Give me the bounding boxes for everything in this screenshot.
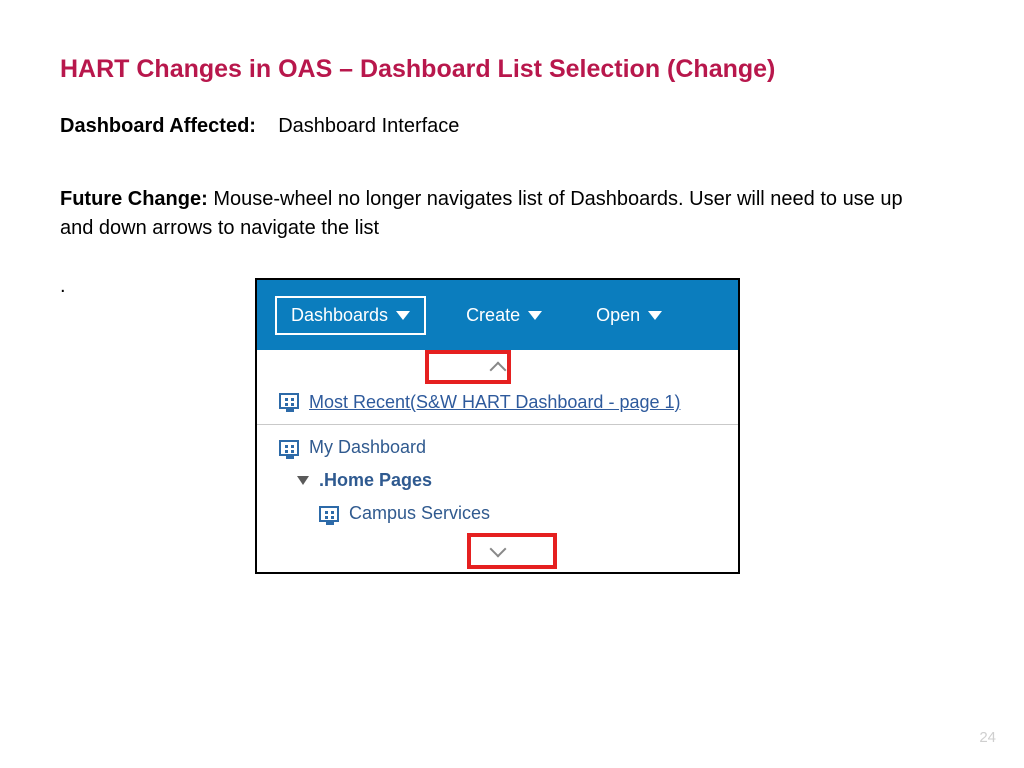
dashboard-icon [279, 393, 299, 409]
dropdown-divider [257, 424, 738, 425]
open-menu-label: Open [596, 305, 640, 326]
page-number: 24 [979, 729, 996, 746]
create-menu-label: Create [466, 305, 520, 326]
future-change-label: Future Change: [60, 188, 208, 210]
campus-services-item[interactable]: Campus Services [257, 497, 738, 534]
dashboard-affected-line: Dashboard Affected: Dashboard Interface [60, 115, 459, 138]
create-menu[interactable]: Create [452, 298, 556, 333]
my-dashboard-label: My Dashboard [309, 437, 426, 458]
dashboard-icon [319, 506, 339, 522]
home-pages-folder[interactable]: .Home Pages [257, 464, 738, 497]
most-recent-link[interactable]: Most Recent(S&W HART Dashboard - page 1) [309, 390, 681, 414]
dashboards-menu-label: Dashboards [291, 305, 388, 326]
my-dashboard-item[interactable]: My Dashboard [257, 431, 738, 464]
dashboard-icon [279, 440, 299, 456]
dashboards-dropdown: Most Recent(S&W HART Dashboard - page 1)… [257, 350, 738, 572]
future-change-paragraph: Future Change: Mouse-wheel no longer nav… [60, 185, 930, 243]
chevron-up-icon [489, 361, 506, 378]
collapse-triangle-icon [297, 476, 309, 485]
chevron-down-icon [489, 540, 506, 557]
stray-period: . [60, 275, 66, 298]
open-menu[interactable]: Open [582, 298, 676, 333]
oas-menubar: Dashboards Create Open [257, 280, 738, 350]
embedded-screenshot: Dashboards Create Open Most Recent(S&W H… [255, 278, 740, 574]
affected-value: Dashboard Interface [278, 115, 459, 137]
campus-services-label: Campus Services [349, 503, 490, 524]
slide-title: HART Changes in OAS – Dashboard List Sel… [60, 55, 775, 84]
dropdown-triangle-icon [648, 311, 662, 320]
highlight-box-down [467, 533, 557, 569]
home-pages-label: .Home Pages [319, 470, 432, 491]
most-recent-item[interactable]: Most Recent(S&W HART Dashboard - page 1) [257, 384, 738, 420]
dashboards-menu[interactable]: Dashboards [275, 296, 426, 335]
scroll-up-row[interactable] [257, 350, 738, 384]
scroll-down-row[interactable] [257, 534, 738, 568]
dropdown-triangle-icon [528, 311, 542, 320]
dropdown-triangle-icon [396, 311, 410, 320]
affected-label: Dashboard Affected: [60, 115, 256, 137]
